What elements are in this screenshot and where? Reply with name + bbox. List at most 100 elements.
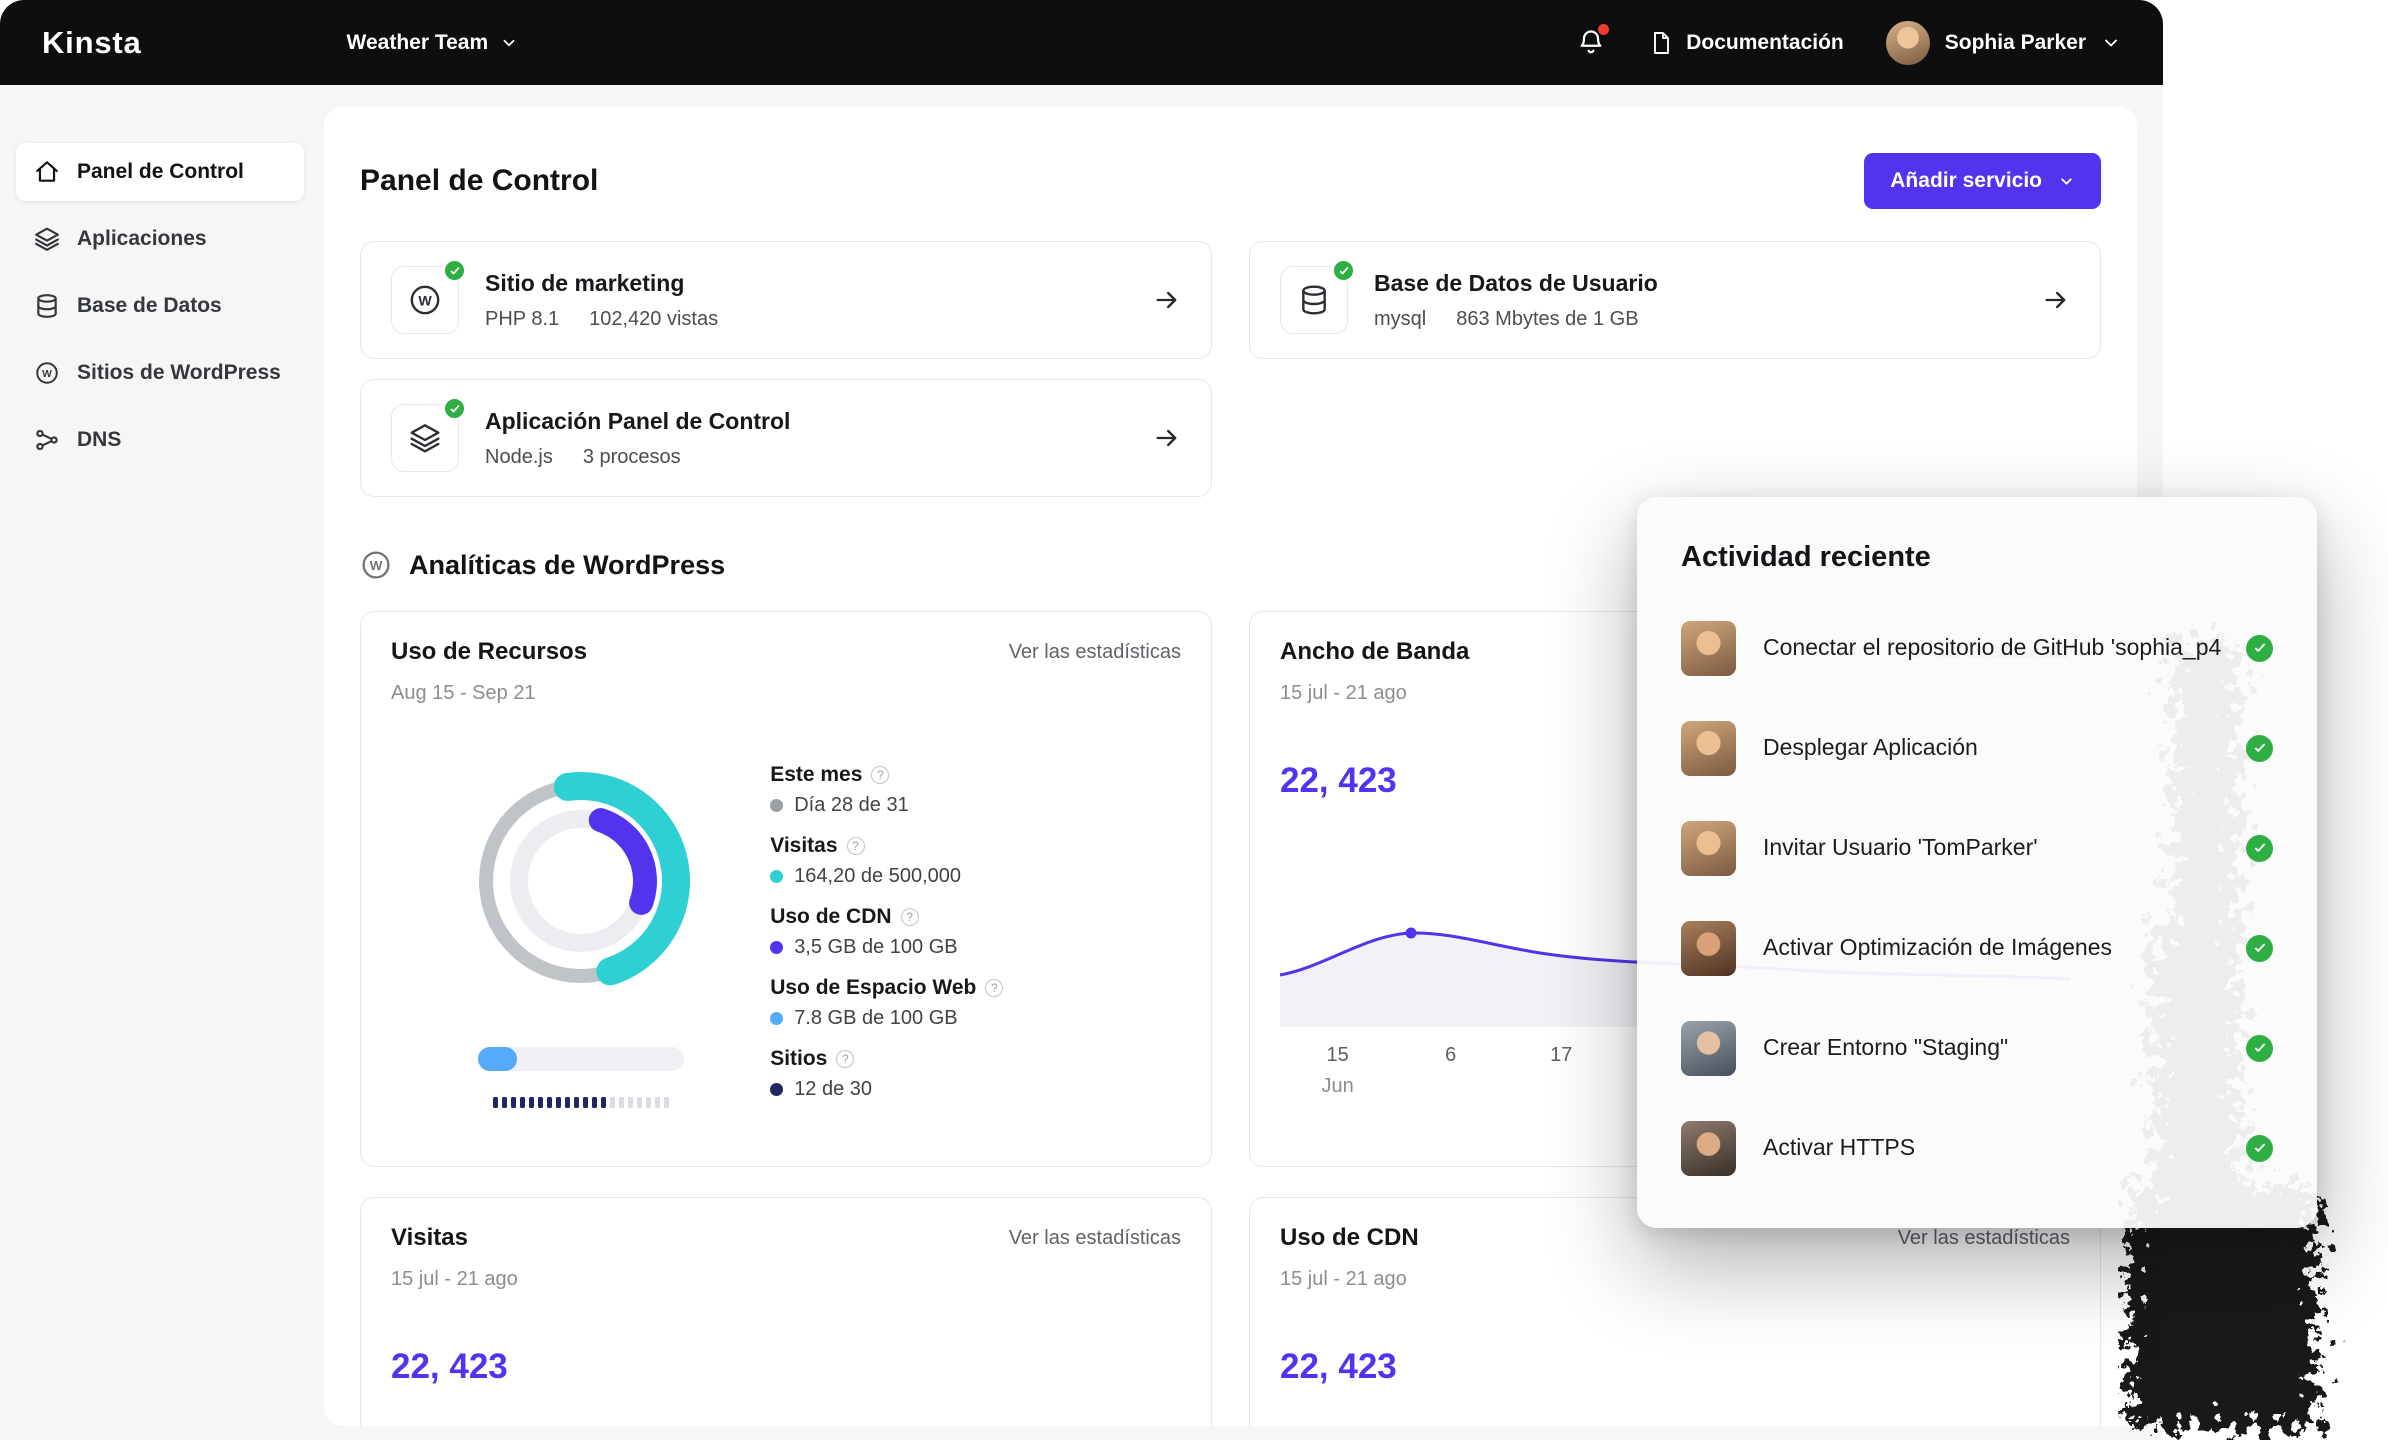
service-meta-runtime: Node.js: [485, 446, 553, 469]
x-tick: 6: [1445, 1044, 1456, 1067]
avatar: [1681, 1121, 1736, 1176]
legend-item-visitas: Visitas ? 164,20 de 500,000: [770, 834, 1181, 888]
legend-label: Uso de CDN: [770, 905, 891, 929]
avatar: [1681, 721, 1736, 776]
legend-label: Uso de Espacio Web: [770, 976, 976, 1000]
storage-progress-bar: [478, 1047, 684, 1071]
site-dash: [664, 1097, 669, 1108]
service-meta-stat: 3 procesos: [583, 446, 681, 469]
activity-item-staging-env[interactable]: Crear Entorno "Staging": [1681, 998, 2273, 1098]
sidebar-item-label: Base de Datos: [77, 294, 222, 318]
avatar: [1681, 821, 1736, 876]
legend-item-uso-de-cdn: Uso de CDN ? 3,5 GB de 100 GB: [770, 905, 1181, 959]
svg-text:W: W: [42, 369, 52, 380]
service-meta-stat: 863 Mbytes de 1 GB: [1456, 308, 1638, 331]
date-range: 15 jul - 21 ago: [1280, 1268, 2070, 1291]
view-stats-link[interactable]: Ver las estadísticas: [1898, 1227, 2070, 1250]
visits-value: 22, 423: [391, 1347, 1181, 1387]
view-stats-link[interactable]: Ver las estadísticas: [1009, 1227, 1181, 1250]
wordpress-icon: W: [360, 549, 392, 581]
legend-item-sitios: Sitios ? 12 de 30: [770, 1047, 1181, 1101]
service-card-aplicacion-panel-de-control[interactable]: Aplicación Panel de Control Node.js 3 pr…: [360, 379, 1212, 497]
topbar: Kinsta Weather Team D: [0, 0, 2163, 85]
help-icon[interactable]: ?: [847, 837, 865, 855]
cdn-card: Uso de CDN Ver las estadísticas 15 jul -…: [1249, 1197, 2101, 1426]
activity-item-image-optimization[interactable]: Activar Optimización de Imágenes: [1681, 898, 2273, 998]
chevron-down-icon: [500, 34, 518, 52]
service-meta: PHP 8.1 102,420 vistas: [485, 308, 718, 331]
service-info: Aplicación Panel de Control Node.js 3 pr…: [485, 408, 790, 469]
arrow-right-icon[interactable]: [1153, 286, 1181, 314]
activity-item-github-repo[interactable]: Conectar el repositorio de GitHub 'sophi…: [1681, 598, 2273, 698]
page: Kinsta Weather Team D: [0, 0, 2388, 1440]
date-range: Aug 15 - Sep 21: [391, 682, 1181, 705]
chevron-down-icon: [2058, 173, 2075, 190]
sidebar-item-base-de-datos[interactable]: Base de Datos: [16, 277, 304, 335]
help-icon[interactable]: ?: [985, 979, 1003, 997]
legend-item-este-mes: Este mes ? Día 28 de 31: [770, 763, 1181, 817]
sidebar-item-dns[interactable]: DNS: [16, 411, 304, 469]
wordpress-icon: W: [34, 360, 60, 386]
documentation-link[interactable]: Documentación: [1649, 30, 1844, 56]
card-title: Uso de Recursos: [391, 638, 587, 666]
status-ok-badge: [1332, 259, 1355, 282]
notifications-button[interactable]: [1577, 27, 1607, 59]
database-icon: [1298, 284, 1330, 316]
site-dash: [529, 1097, 534, 1108]
site-dash: [511, 1097, 516, 1108]
service-meta: mysql 863 Mbytes de 1 GB: [1374, 308, 1658, 331]
site-dash: [493, 1097, 498, 1108]
site-dash: [520, 1097, 525, 1108]
view-stats-link[interactable]: Ver las estadísticas: [1009, 641, 1181, 664]
section-title: Analíticas de WordPress: [409, 550, 725, 581]
service-card-sitio-de-marketing[interactable]: W Sitio de marketing PHP 8.1 102,420 vis…: [360, 241, 1212, 359]
status-ok-badge: [443, 259, 466, 282]
sidebar-item-panel-de-control[interactable]: Panel de Control: [16, 143, 304, 201]
sidebar-item-sitios-de-wordpress[interactable]: W Sitios de WordPress: [16, 344, 304, 402]
help-icon[interactable]: ?: [871, 766, 889, 784]
activity-text: Desplegar Aplicación: [1763, 732, 2223, 763]
site-dash: [583, 1097, 588, 1108]
arrow-right-icon[interactable]: [1153, 424, 1181, 452]
resources-card: Uso de Recursos Ver las estadísticas Aug…: [360, 611, 1212, 1167]
service-meta-stat: 102,420 vistas: [589, 308, 718, 331]
x-tick: 17: [1550, 1044, 1572, 1067]
cdn-value: 22, 423: [1280, 1347, 2070, 1387]
sidebar-item-aplicaciones[interactable]: Aplicaciones: [16, 210, 304, 268]
user-menu[interactable]: Sophia Parker: [1886, 21, 2121, 65]
site-dash: [502, 1097, 507, 1108]
help-icon[interactable]: ?: [901, 908, 919, 926]
arrow-right-icon[interactable]: [2042, 286, 2070, 314]
site-dash: [601, 1097, 606, 1108]
service-title: Aplicación Panel de Control: [485, 408, 790, 435]
database-icon: [34, 293, 60, 319]
service-card-base-de-datos-de-usuario[interactable]: Base de Datos de Usuario mysql 863 Mbyte…: [1249, 241, 2101, 359]
legend-item-uso-de-espacio-web: Uso de Espacio Web ? 7.8 GB de 100 GB: [770, 976, 1181, 1030]
kinsta-logo[interactable]: Kinsta: [42, 25, 142, 61]
legend-dot: [770, 1083, 783, 1096]
page-header: Panel de Control Añadir servicio: [360, 153, 2101, 209]
activity-item-https[interactable]: Activar HTTPS: [1681, 1098, 2273, 1198]
storage-progress-fill: [478, 1047, 517, 1071]
x-tick: 15 Jun: [1322, 1044, 1354, 1098]
activity-text: Crear Entorno "Staging": [1763, 1032, 2223, 1063]
svg-text:W: W: [418, 293, 432, 309]
check-icon: [2246, 1135, 2273, 1162]
notification-dot: [1598, 24, 1609, 35]
activity-text: Invitar Usuario 'TomParker': [1763, 832, 2223, 863]
card-title: Visitas: [391, 1224, 468, 1252]
user-avatar: [1886, 21, 1930, 65]
team-selector[interactable]: Weather Team: [347, 31, 519, 55]
card-title: Ancho de Banda: [1280, 638, 1469, 666]
service-title: Base de Datos de Usuario: [1374, 270, 1658, 297]
legend-dot: [770, 870, 783, 883]
activity-item-invite-user[interactable]: Invitar Usuario 'TomParker': [1681, 798, 2273, 898]
layers-icon: [409, 422, 441, 454]
help-icon[interactable]: ?: [836, 1050, 854, 1068]
card-title: Uso de CDN: [1280, 1224, 1419, 1252]
legend-dot: [770, 1012, 783, 1025]
add-service-button[interactable]: Añadir servicio: [1864, 153, 2101, 209]
date-range: 15 jul - 21 ago: [391, 1268, 1181, 1291]
site-dash: [538, 1097, 543, 1108]
activity-item-deploy-app[interactable]: Desplegar Aplicación: [1681, 698, 2273, 798]
